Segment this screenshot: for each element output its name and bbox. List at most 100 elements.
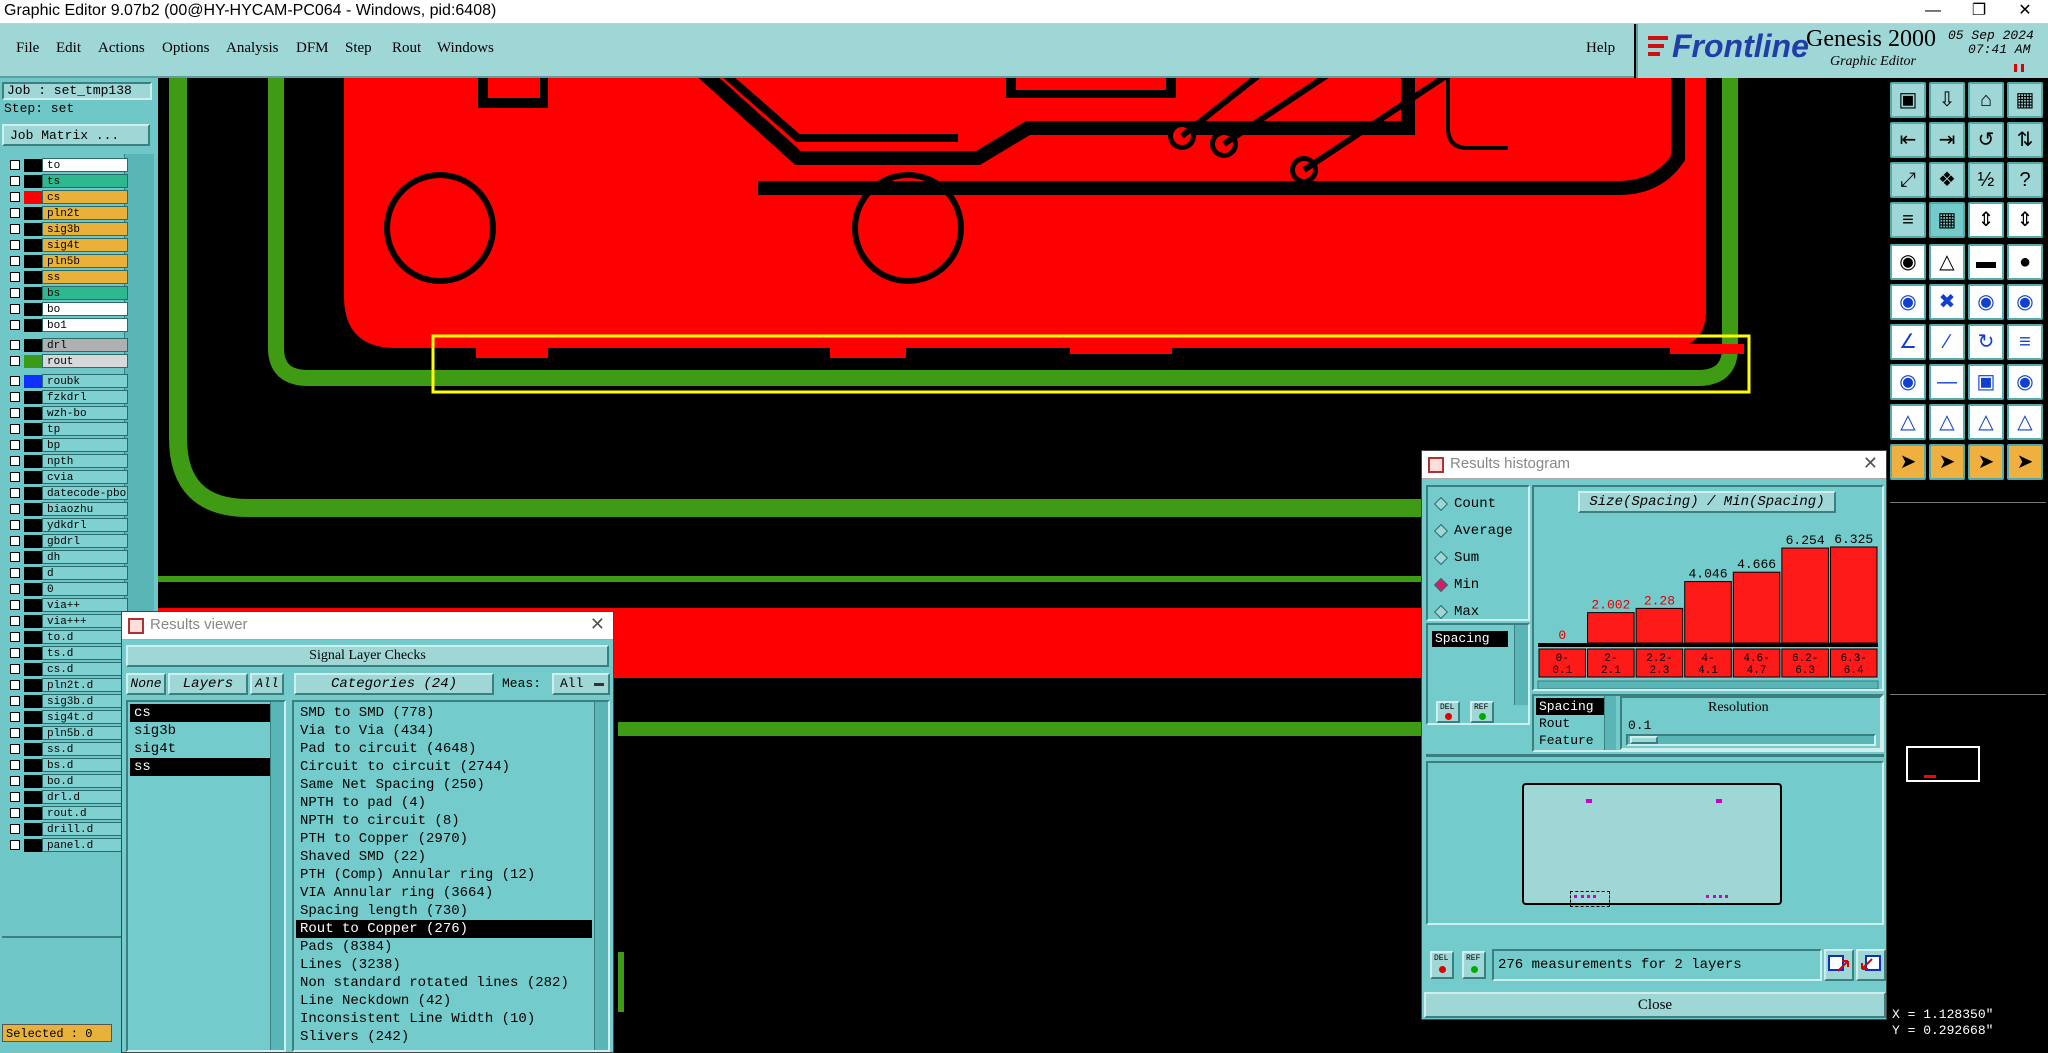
layer-checkbox[interactable] [10,356,20,366]
mode-radio-count[interactable]: Count [1433,495,1528,515]
layer-checkbox[interactable] [10,192,20,202]
triangle-b-icon[interactable]: △ [1929,404,1965,440]
del-preview-button[interactable]: DEL [1430,951,1454,979]
histogram-bar[interactable] [1635,607,1684,644]
triangle-a-icon[interactable]: △ [1890,404,1926,440]
layer-row-tsd[interactable]: ts.d [6,646,128,661]
select-circle-icon[interactable]: ◉ [1890,244,1926,280]
layer-name[interactable]: via+++ [42,614,128,628]
layer-row-tp[interactable]: tp [6,422,128,437]
layer-color-swatch[interactable] [24,647,42,660]
menu-actions[interactable]: Actions [98,40,145,57]
layer-row-fzkdrl[interactable]: fzkdrl [6,390,128,405]
histogram-titlebar[interactable]: Results histogram ✕ [1422,451,1886,479]
category-item[interactable]: Slivers (242) [296,1028,592,1046]
layer-checkbox[interactable] [10,680,20,690]
pan-left-icon[interactable]: ⇤ [1890,122,1926,158]
layer-row-gbdrl[interactable]: gbdrl [6,534,128,549]
layer-row-pln5bd[interactable]: pln5b.d [6,726,128,741]
close-icon[interactable]: ✕ [590,614,605,635]
category-item[interactable]: VIA Annular ring (3664) [296,884,592,902]
layer-checkbox[interactable] [10,632,20,642]
layer-name[interactable]: rout [42,354,128,368]
layer-checkbox[interactable] [10,568,20,578]
category-item[interactable]: Non standard rotated lines (282) [296,974,592,992]
board-preview[interactable] [1522,783,1782,907]
layer-checkbox[interactable] [10,408,20,418]
layer-name[interactable]: 0 [42,582,128,596]
connect-icon[interactable]: ◉ [1890,284,1926,320]
layer-row-to[interactable]: to [6,158,128,173]
pad-tool-icon[interactable]: ● [2007,244,2043,280]
category-item[interactable]: NPTH to circuit (8) [296,812,592,830]
layer-color-swatch[interactable] [24,759,42,772]
layer-color-swatch[interactable] [24,615,42,628]
categories-button[interactable]: Categories (24) [294,673,494,695]
cut-icon[interactable]: ✖ [1929,284,1965,320]
layer-row-via[interactable]: via+++ [6,614,128,629]
layer-checkbox[interactable] [10,792,20,802]
layer-checkbox[interactable] [10,824,20,834]
layer-row-0[interactable]: 0 [6,582,128,597]
category-item[interactable]: Circuit to circuit (2744) [296,758,592,776]
layer-name[interactable]: pln2t [42,206,128,220]
layer-name[interactable]: cvia [42,470,128,484]
layer-name[interactable]: pln2t.d [42,678,128,692]
layer-checkbox[interactable] [10,840,20,850]
layer-color-swatch[interactable] [24,207,42,220]
pointer-a-icon[interactable]: ➤ [1890,444,1926,480]
layer-name[interactable]: cs [42,190,128,204]
layer-row-csd[interactable]: cs.d [6,662,128,677]
layer-color-swatch[interactable] [24,255,42,268]
layer-checkbox[interactable] [10,744,20,754]
layer-checkbox[interactable] [10,224,20,234]
ref-button[interactable]: REF [1470,701,1494,723]
layer-name[interactable]: bs.d [42,758,128,772]
layer-color-swatch[interactable] [24,223,42,236]
layer-name[interactable]: via++ [42,598,128,612]
layer-checkbox[interactable] [10,776,20,786]
layer-color-swatch[interactable] [24,599,42,612]
layer-list-scrollbar[interactable] [270,702,284,1050]
zoom-fit-icon[interactable]: ▣ [1890,82,1926,118]
layer-color-swatch[interactable] [24,743,42,756]
layer-name[interactable]: roubk [42,374,128,388]
layer-color-swatch[interactable] [24,791,42,804]
layer-name[interactable]: fzkdrl [42,390,128,404]
results-viewer-titlebar[interactable]: Results viewer ✕ [122,612,613,640]
layer-checkbox[interactable] [10,340,20,350]
category-item[interactable]: Lines (3238) [296,956,592,974]
layer-row-bp[interactable]: bp [6,438,128,453]
all-button[interactable]: All [250,673,284,695]
snap-icon[interactable]: ≡ [1890,202,1926,238]
layer-color-swatch[interactable] [24,239,42,252]
category-item[interactable]: Rout to Copper (276) [296,920,592,938]
menu-analysis[interactable]: Analysis [226,40,279,57]
layer-row-drl[interactable]: drl [6,338,128,353]
layer-row-bo1[interactable]: bo1 [6,318,128,333]
layer-row-bo[interactable]: bo [6,302,128,317]
meas-dropdown[interactable]: All [552,673,610,695]
job-matrix-button[interactable]: Job Matrix ... [2,124,150,146]
layer-name[interactable]: bp [42,438,128,452]
layer-row-dh[interactable]: dh [6,550,128,565]
layer-color-swatch[interactable] [24,839,42,852]
layer-name[interactable]: drill.d [42,822,128,836]
layer-color-swatch[interactable] [24,775,42,788]
layer-color-swatch[interactable] [24,679,42,692]
layer-name[interactable]: drl [42,338,128,352]
layer-checkbox[interactable] [10,208,20,218]
layer-color-swatch[interactable] [24,535,42,548]
layer-name[interactable]: sig4t [42,238,128,252]
result-layer-item[interactable]: sig4t [130,740,270,758]
none-button[interactable]: None [126,673,166,695]
menu-options[interactable]: Options [162,40,210,57]
restore-button[interactable]: ❐ [1956,0,2002,24]
layer-checkbox[interactable] [10,504,20,514]
histogram-bar[interactable] [1732,571,1781,644]
category-item[interactable]: Via to Via (434) [296,722,592,740]
pointer-c-icon[interactable]: ➤ [1968,444,2004,480]
layer-row-via[interactable]: via++ [6,598,128,613]
layer-color-swatch[interactable] [24,159,42,172]
layer-checkbox[interactable] [10,584,20,594]
